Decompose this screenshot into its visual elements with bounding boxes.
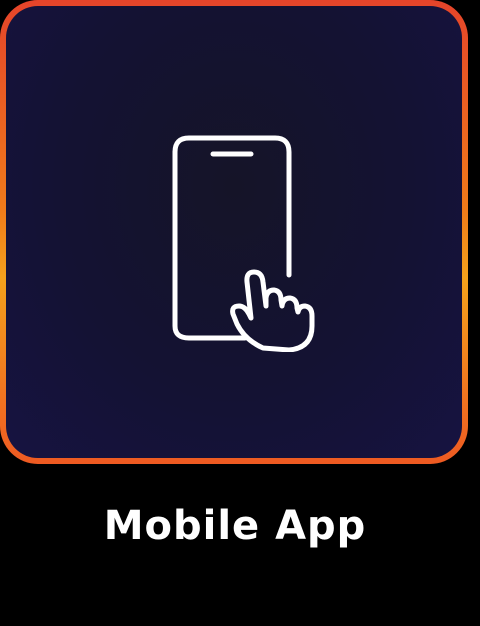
phone-tap-icon xyxy=(172,135,315,352)
app-tile-stage: Mobile App xyxy=(0,0,480,626)
phone-outline-top xyxy=(172,135,292,278)
hand-outline xyxy=(230,269,315,352)
tile-background xyxy=(6,6,462,458)
tile-label: Mobile App xyxy=(103,503,367,549)
app-tile[interactable] xyxy=(0,0,468,464)
